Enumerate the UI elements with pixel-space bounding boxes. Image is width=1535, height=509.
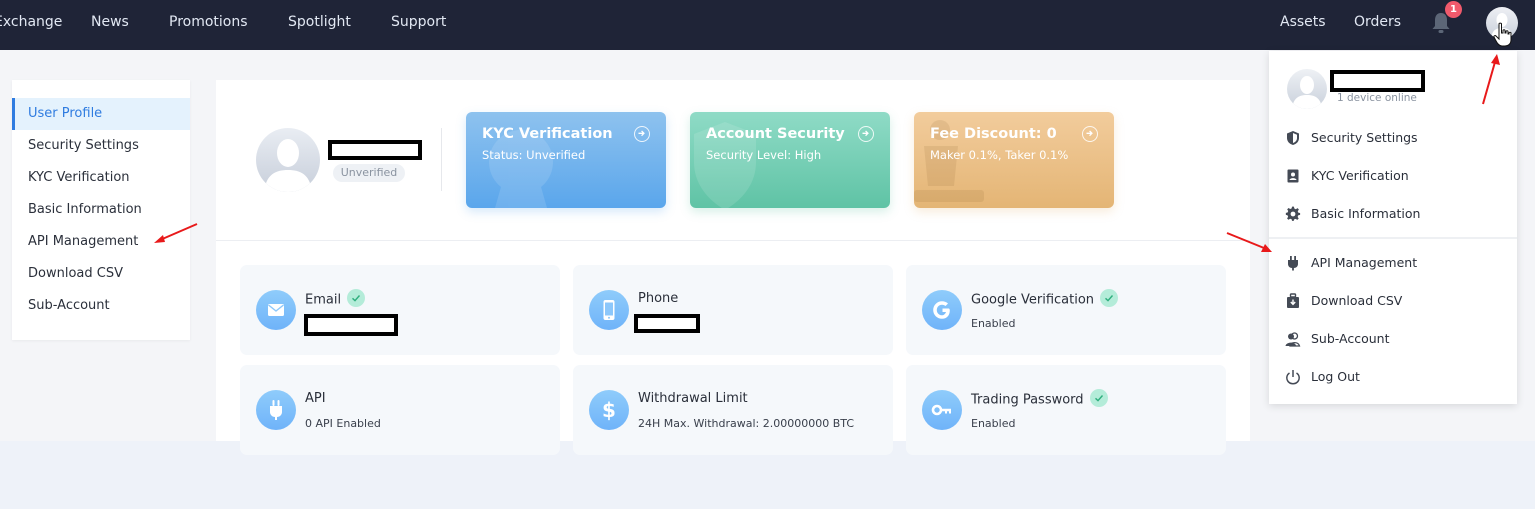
google-icon: [922, 290, 962, 330]
dropdown-item-label: Download CSV: [1311, 293, 1403, 308]
hand-cursor-icon: [1493, 22, 1512, 47]
dropdown-item-log-out[interactable]: Log Out: [1269, 360, 1517, 394]
card-title: Account Security: [706, 126, 845, 142]
account-security-card[interactable]: Account Security Security Level: High: [690, 112, 890, 208]
verified-check-icon: [347, 289, 366, 307]
card-subtitle: Status: Unverified: [482, 148, 586, 162]
dropdown-item-label: Security Settings: [1311, 130, 1418, 145]
card-title: KYC Verification: [482, 126, 613, 142]
sidebar-item-api-management[interactable]: API Management: [12, 226, 190, 258]
user-silhouette-icon: [1292, 76, 1322, 109]
section-divider: [216, 240, 1250, 241]
card-subtitle: Maker 0.1%, Taker 0.1%: [930, 148, 1069, 162]
dropdown-avatar: [1287, 69, 1327, 109]
phone-icon: [589, 290, 629, 330]
notification-badge: 1: [1445, 1, 1462, 18]
id-badge-icon: [1287, 169, 1299, 183]
email-tile[interactable]: Email: [240, 265, 560, 355]
tile-name: Trading Password: [971, 392, 1084, 408]
plug-icon: [256, 390, 296, 430]
dropdown-divider: [1269, 237, 1517, 239]
arrow-right-circle-icon: [634, 126, 650, 142]
divider: [441, 128, 442, 191]
nav-link-exchange[interactable]: Exchange: [0, 14, 62, 30]
power-icon: [1286, 370, 1300, 385]
tile-name: Withdrawal Limit: [638, 391, 748, 406]
redacted-username: [328, 140, 422, 160]
verified-check-icon: [1100, 289, 1119, 307]
dropdown-item-label: API Management: [1311, 255, 1418, 270]
redacted-username: [1330, 70, 1425, 92]
kyc-verification-card[interactable]: KYC Verification Status: Unverified: [466, 112, 666, 208]
sidebar-item-kyc-verification[interactable]: KYC Verification: [12, 162, 190, 194]
withdrawal-limit-tile[interactable]: $ Withdrawal Limit 24H Max. Withdrawal: …: [573, 365, 893, 455]
tile-name: Phone: [638, 291, 679, 306]
svg-text:$: $: [602, 398, 616, 422]
verification-status-tag: Unverified: [333, 164, 405, 182]
dropdown-item-api-management[interactable]: API Management: [1269, 246, 1517, 280]
card-subtitle: Security Level: High: [706, 148, 822, 162]
tile-value: 0 API Enabled: [305, 417, 381, 430]
dropdown-item-kyc-verification[interactable]: KYC Verification: [1269, 159, 1517, 193]
account-sidebar: User Profile Security Settings KYC Verif…: [12, 80, 190, 340]
nav-link-support[interactable]: Support: [391, 14, 446, 30]
shield-icon: [1287, 131, 1299, 145]
top-navbar: Exchange News Promotions Spotlight Suppo…: [0, 0, 1535, 50]
fee-discount-card[interactable]: Fee Discount: 0 Maker 0.1%, Taker 0.1%: [914, 112, 1114, 208]
arrow-right-circle-icon: [1082, 126, 1098, 142]
tile-value: Enabled: [971, 317, 1016, 330]
sidebar-item-security-settings[interactable]: Security Settings: [12, 130, 190, 162]
nav-link-assets[interactable]: Assets: [1280, 14, 1326, 30]
download-case-icon: [1287, 293, 1299, 308]
nav-link-news[interactable]: News: [91, 14, 129, 30]
trading-password-tile[interactable]: Trading Password Enabled: [906, 365, 1226, 455]
dropdown-item-sub-account[interactable]: Sub-Account: [1269, 322, 1517, 356]
dropdown-item-label: KYC Verification: [1311, 168, 1409, 183]
api-tile[interactable]: API 0 API Enabled: [240, 365, 560, 455]
dropdown-item-basic-information[interactable]: Basic Information: [1269, 197, 1517, 231]
dropdown-item-security-settings[interactable]: Security Settings: [1269, 121, 1517, 155]
redacted-email: [304, 314, 398, 336]
envelope-icon: [256, 290, 296, 330]
sidebar-item-basic-information[interactable]: Basic Information: [12, 194, 190, 226]
dropdown-item-label: Sub-Account: [1311, 331, 1390, 346]
devices-online-text: 1 device online: [1337, 92, 1417, 104]
dollar-icon: $: [589, 390, 629, 430]
dropdown-item-label: Basic Information: [1311, 206, 1421, 221]
sidebar-item-download-csv[interactable]: Download CSV: [12, 258, 190, 290]
user-profile-panel: Unverified KYC Verification Status: Unve…: [216, 80, 1250, 455]
nav-link-promotions[interactable]: Promotions: [169, 14, 248, 30]
dropdown-item-download-csv[interactable]: Download CSV: [1269, 284, 1517, 318]
tile-name: Email: [305, 292, 342, 308]
key-icon: [922, 390, 962, 430]
profile-avatar: [256, 128, 320, 192]
verified-check-icon: [1089, 389, 1108, 407]
user-silhouette-icon: [264, 139, 312, 192]
gear-icon: [1285, 206, 1301, 221]
sidebar-item-user-profile[interactable]: User Profile: [12, 98, 190, 130]
tile-value: 24H Max. Withdrawal: 2.00000000 BTC: [638, 417, 854, 430]
dropdown-item-label: Log Out: [1311, 369, 1360, 384]
tile-name: Google Verification: [971, 292, 1095, 308]
users-icon: [1285, 332, 1301, 347]
google-verification-tile[interactable]: Google Verification Enabled: [906, 265, 1226, 355]
nav-link-spotlight[interactable]: Spotlight: [288, 14, 351, 30]
card-title: Fee Discount: 0: [930, 126, 1057, 142]
plug-icon: [1288, 256, 1298, 271]
tile-name: API: [305, 391, 326, 406]
arrow-right-circle-icon: [858, 126, 874, 142]
sidebar-item-sub-account[interactable]: Sub-Account: [12, 290, 190, 322]
tile-value: Enabled: [971, 417, 1016, 430]
redacted-phone: [634, 314, 700, 333]
nav-link-orders[interactable]: Orders: [1354, 14, 1401, 30]
phone-tile[interactable]: Phone: [573, 265, 893, 355]
user-dropdown-menu: 1 device online Security Settings KYC Ve…: [1269, 51, 1517, 404]
